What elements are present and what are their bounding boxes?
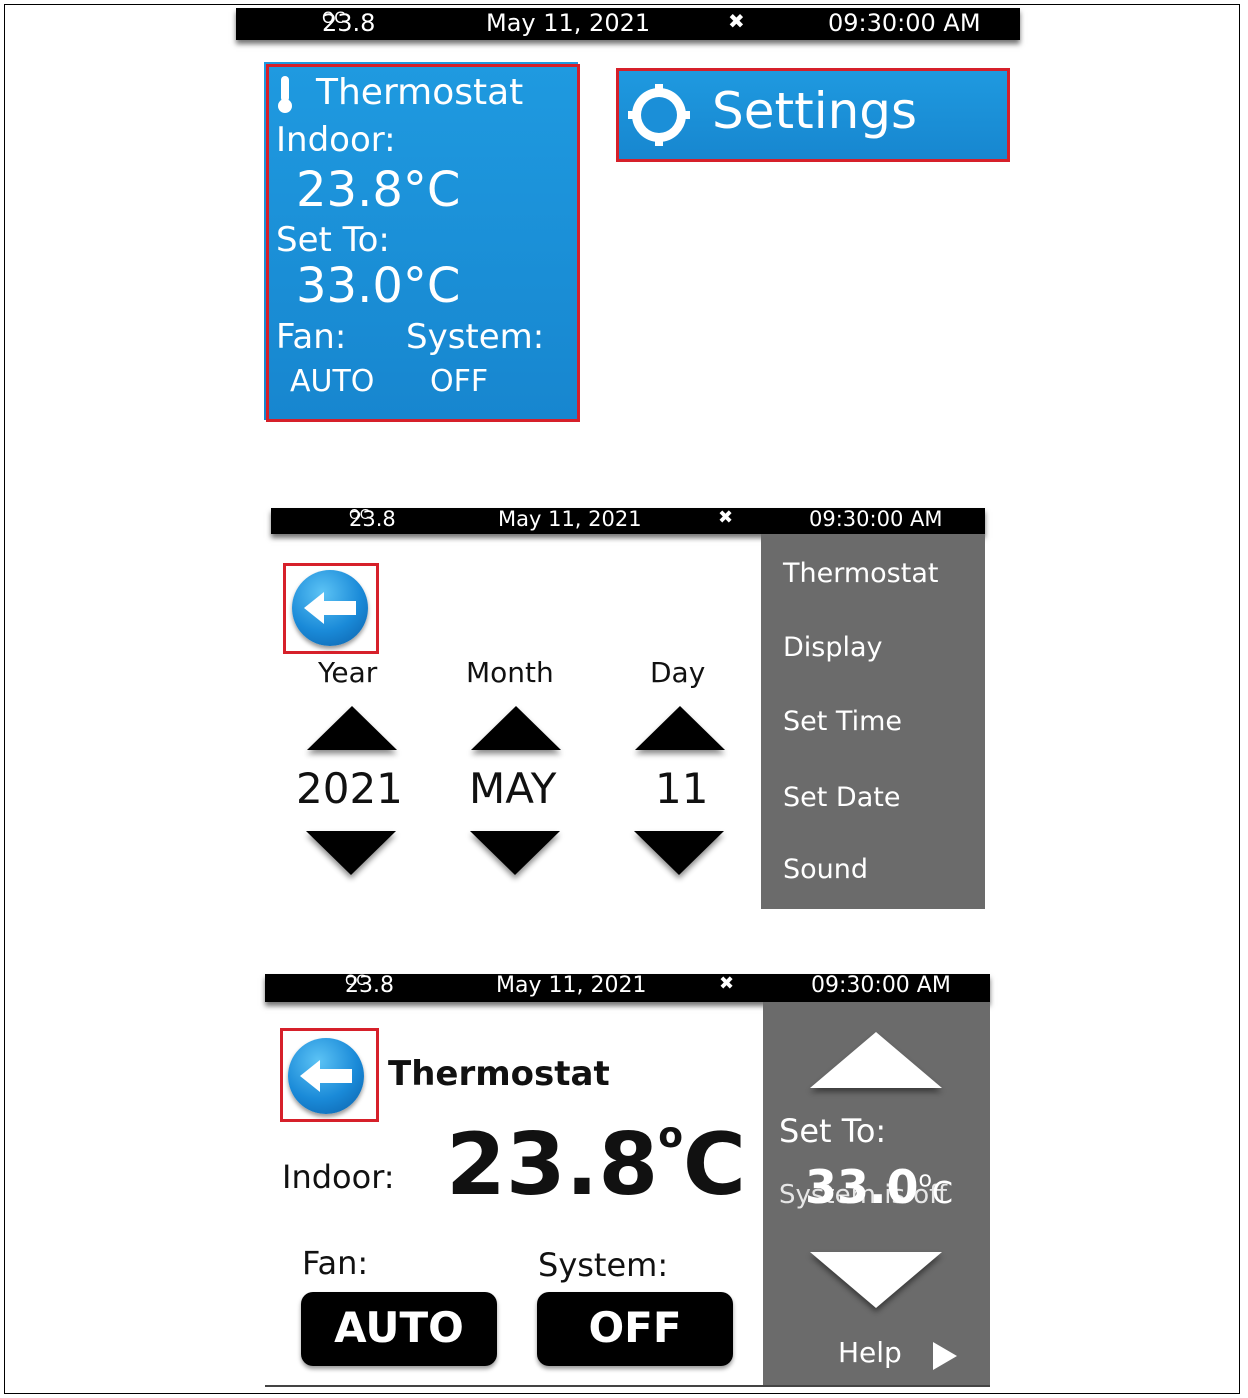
system-mode-button[interactable]: OFF xyxy=(537,1292,733,1366)
fan-icon: ✖ xyxy=(728,9,745,33)
setto-value: 33.0oC xyxy=(805,1160,953,1214)
fan-icon: ✖ xyxy=(718,507,734,528)
month-up-button[interactable] xyxy=(471,706,561,750)
day-up-button[interactable] xyxy=(635,706,725,750)
setpoint-down-button[interactable] xyxy=(810,1252,942,1308)
settings-menu: Thermostat Display Set Time Set Date Sou… xyxy=(761,534,985,909)
menu-item-sound[interactable]: Sound xyxy=(783,854,868,885)
menu-item-set-date[interactable]: Set Date xyxy=(783,782,900,813)
bottom-divider xyxy=(265,1385,990,1387)
status-time: 09:30:00 AM xyxy=(811,973,951,998)
settings-tile-highlight xyxy=(616,68,1010,162)
month-value: MAY xyxy=(469,764,557,813)
back-button-highlight xyxy=(283,563,379,654)
status-bar: 23.8 OC May 11, 2021 ✖ 09:30:00 AM xyxy=(265,973,990,1002)
year-down-button[interactable] xyxy=(306,831,396,875)
fan-icon: ✖ xyxy=(719,973,735,994)
menu-item-thermostat[interactable]: Thermostat xyxy=(783,558,938,589)
system-label: System: xyxy=(538,1246,669,1284)
status-bar: 23.8 OC May 11, 2021 ✖ 09:30:00 AM xyxy=(236,8,1020,40)
year-up-button[interactable] xyxy=(307,706,397,750)
play-right-icon[interactable] xyxy=(933,1342,957,1370)
month-down-button[interactable] xyxy=(470,831,560,875)
setpoint-panel: Set To: System is off 33.0oC Help xyxy=(763,1002,990,1385)
menu-item-display[interactable]: Display xyxy=(783,632,883,663)
menu-item-set-time[interactable]: Set Time xyxy=(783,706,902,737)
status-time: 09:30:00 AM xyxy=(828,9,981,37)
status-bar: 23.8 OC May 11, 2021 ✖ 09:30:00 AM xyxy=(271,507,985,534)
page-title: Thermostat xyxy=(388,1054,610,1094)
status-date: May 11, 2021 xyxy=(498,507,642,531)
day-value: 11 xyxy=(655,764,709,813)
indoor-label: Indoor: xyxy=(282,1158,395,1196)
help-label[interactable]: Help xyxy=(838,1336,902,1369)
year-value: 2021 xyxy=(296,764,403,813)
fan-label: Fan: xyxy=(302,1244,369,1282)
year-label: Year xyxy=(318,656,378,689)
day-down-button[interactable] xyxy=(634,831,724,875)
setto-label: Set To: xyxy=(779,1112,887,1150)
setpoint-up-button[interactable] xyxy=(810,1032,942,1088)
thermostat-tile-highlight xyxy=(266,64,580,422)
status-time: 09:30:00 AM xyxy=(809,507,943,531)
back-button-highlight xyxy=(280,1028,379,1122)
month-label: Month xyxy=(466,656,554,689)
status-date: May 11, 2021 xyxy=(496,973,647,998)
indoor-value: 23.8oC xyxy=(446,1115,747,1215)
day-label: Day xyxy=(650,656,706,689)
fan-mode-button[interactable]: AUTO xyxy=(301,1292,497,1366)
status-date: May 11, 2021 xyxy=(486,9,651,37)
